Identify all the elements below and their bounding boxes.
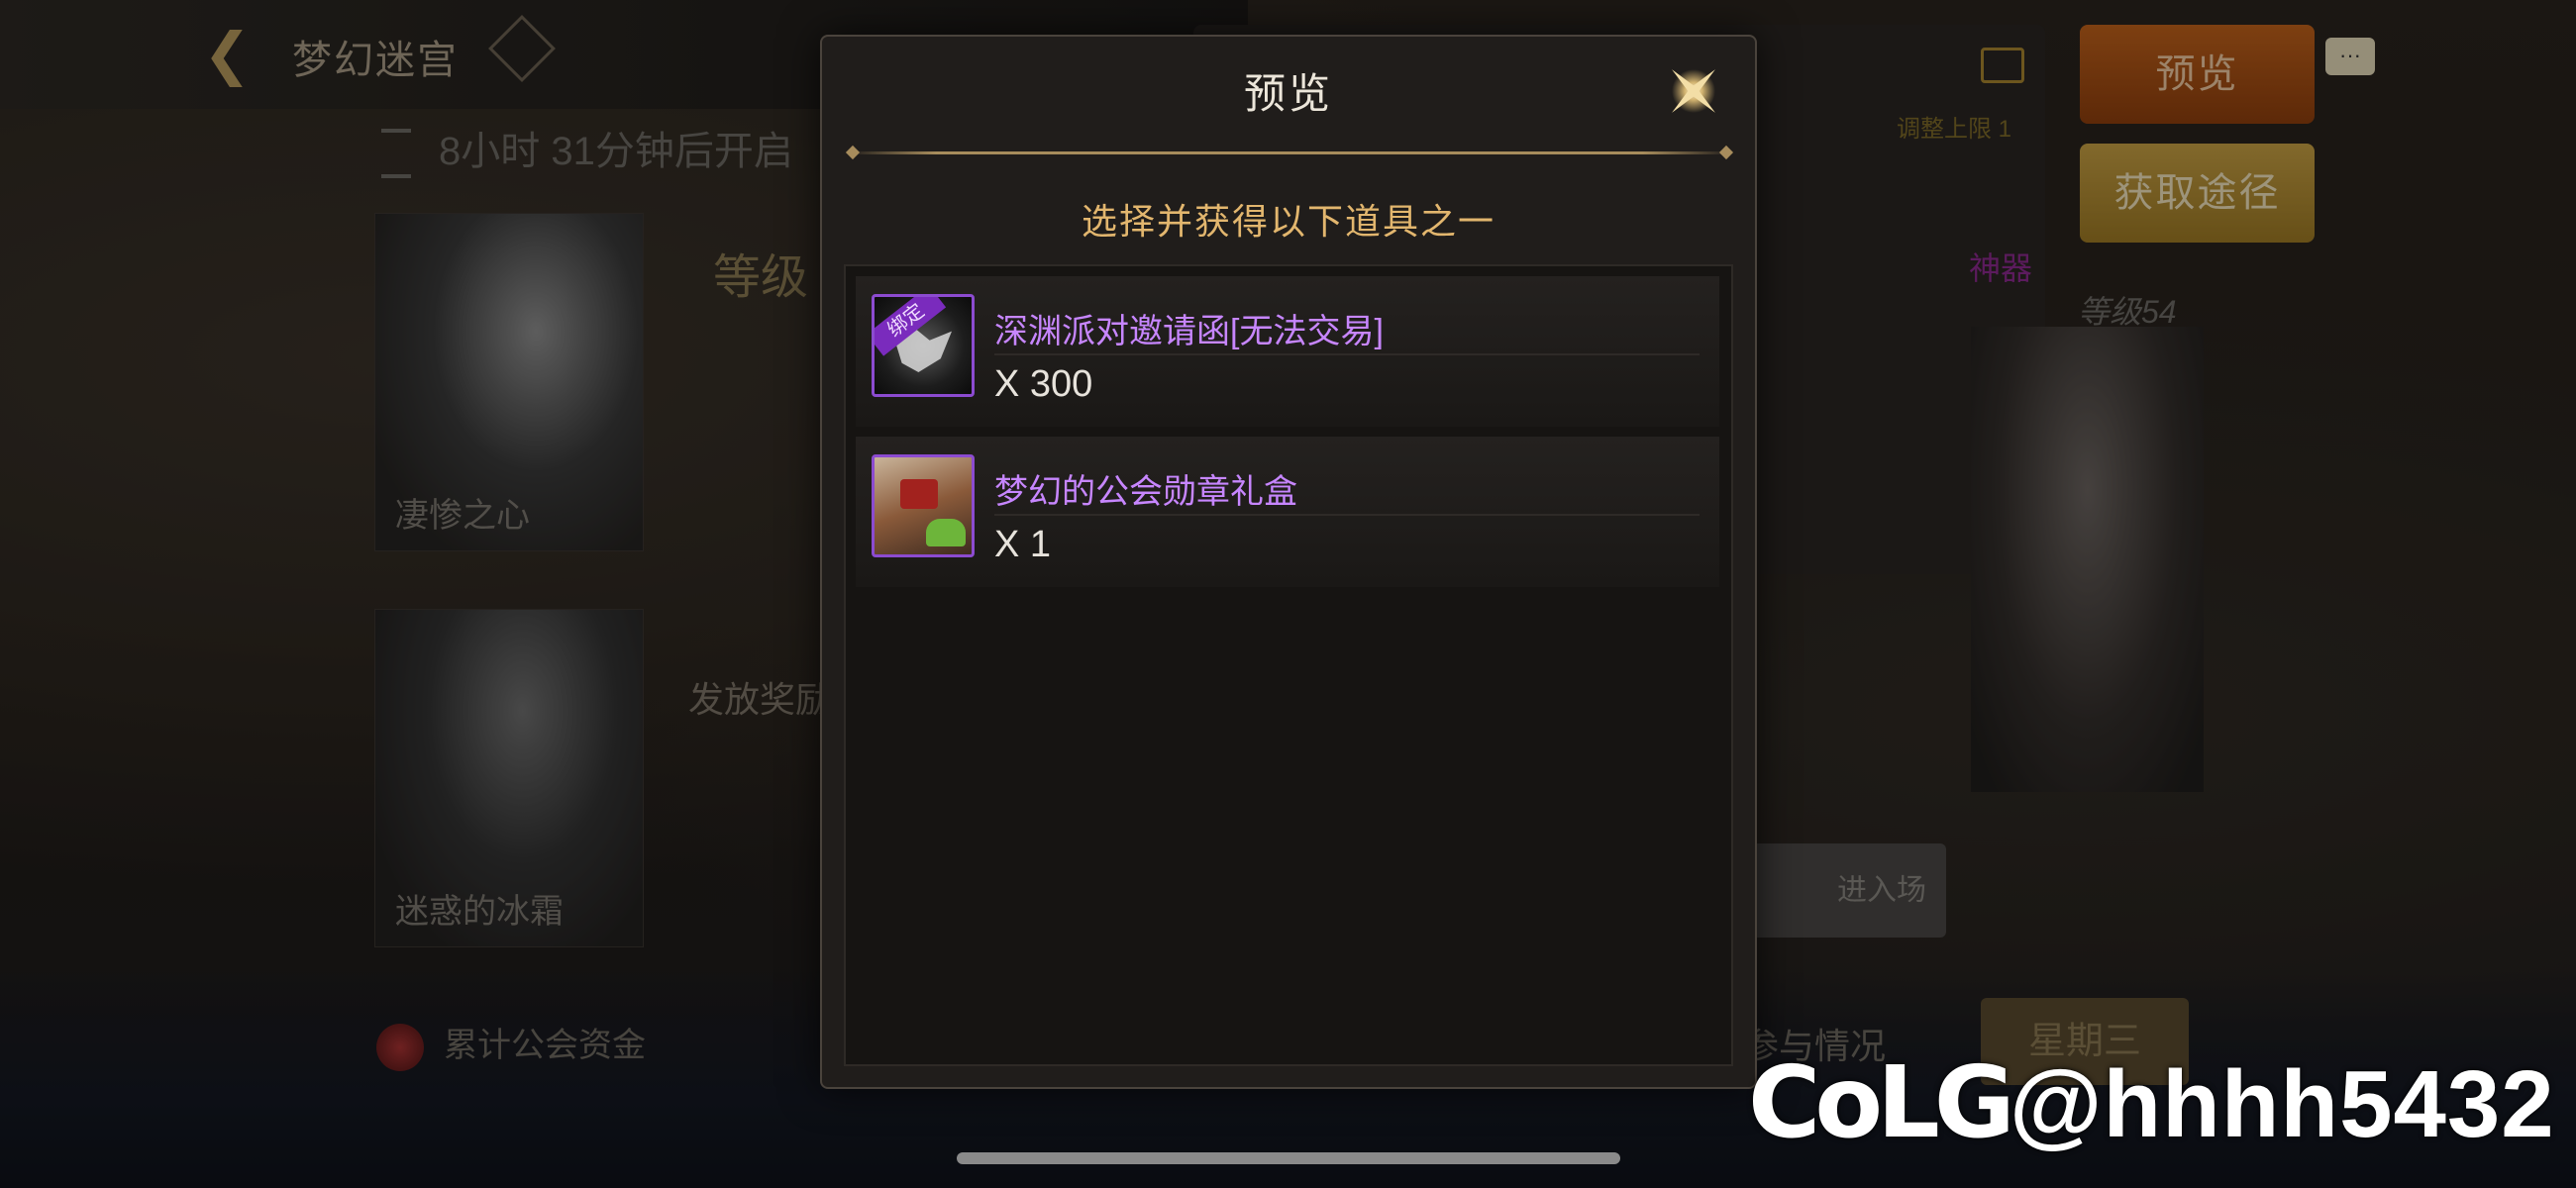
chest-emblem	[900, 479, 938, 509]
item-name: 梦幻的公会勋章礼盒	[994, 473, 1297, 511]
guild-medal-box-icon	[872, 454, 975, 557]
item-quantity: X 1	[994, 524, 1052, 565]
modal-subtitle: 选择并获得以下道具之一	[1081, 201, 1495, 242]
title-divider	[848, 151, 1731, 154]
watermark-handle: @hhhh5432	[2009, 1051, 2555, 1157]
close-icon[interactable]	[1659, 56, 1728, 126]
item-quantity: X 300	[994, 363, 1093, 405]
guild-people-emblem	[926, 519, 966, 546]
item-name: 深渊派对邀请函[无法交易]	[994, 313, 1384, 350]
item-separator	[994, 353, 1700, 355]
item-separator	[994, 514, 1700, 516]
abyss-invitation-icon: 绑定	[872, 294, 975, 397]
modal-title: 预览	[1243, 70, 1333, 117]
list-item[interactable]: 梦幻的公会勋章礼盒 X 1	[856, 437, 1719, 587]
watermark: CoLG@hhhh5432	[1748, 1044, 2555, 1160]
list-item[interactable]: 绑定 深渊派对邀请函[无法交易] X 300	[856, 276, 1719, 427]
preview-modal: 预览 选择并获得以下道具之一 绑定 深渊派对邀请函[无法交易] X 300 梦幻…	[820, 35, 1757, 1089]
home-indicator[interactable]	[957, 1152, 1620, 1164]
item-list: 绑定 深渊派对邀请函[无法交易] X 300 梦幻的公会勋章礼盒 X 1	[844, 264, 1733, 1066]
watermark-logo: CoLG	[1748, 1044, 2015, 1160]
